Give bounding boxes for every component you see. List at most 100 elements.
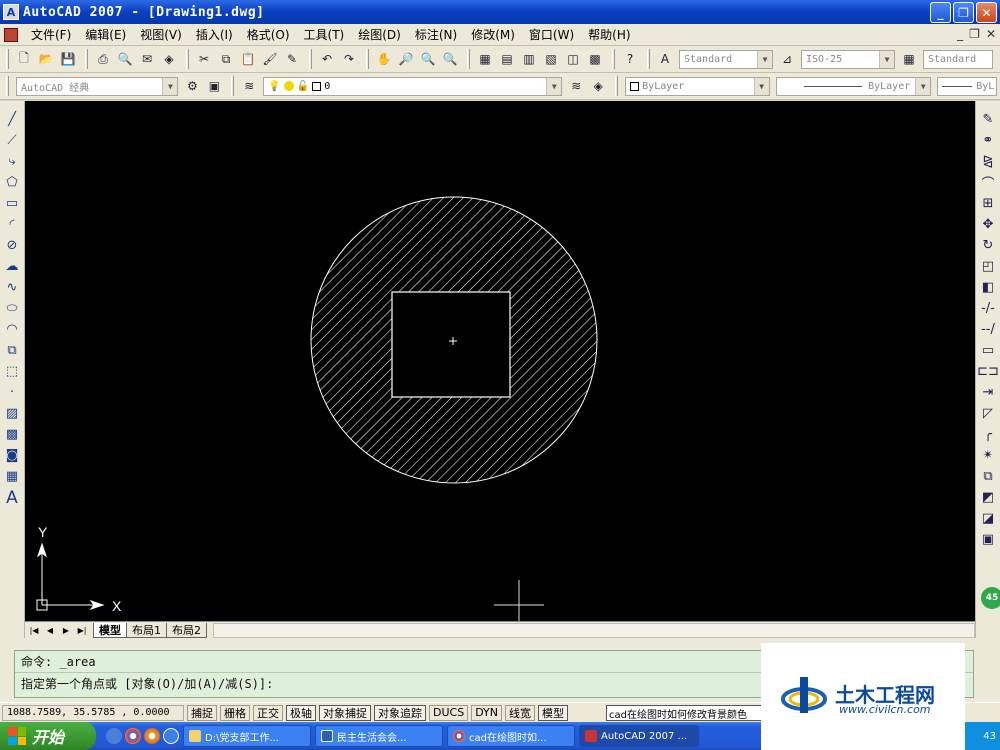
extend-icon[interactable]: --/ <box>978 319 998 340</box>
make-layer-current-icon[interactable]: ≋ <box>566 76 586 96</box>
chevron-down-icon[interactable]: ▼ <box>753 77 769 95</box>
doc-close-icon[interactable]: ✕ <box>986 27 996 41</box>
toolbar-grip[interactable] <box>647 49 650 69</box>
prev-tab-icon[interactable]: ◀ <box>43 623 57 637</box>
polygon-icon[interactable]: ⬠ <box>2 172 22 193</box>
ellipse-icon[interactable]: ⬭ <box>2 298 22 319</box>
chevron-down-icon[interactable]: ▼ <box>915 77 931 95</box>
erase-icon[interactable]: ✎ <box>978 109 998 130</box>
osnap-toggle[interactable]: 对象捕捉 <box>319 704 371 721</box>
gradient-icon[interactable]: ▩ <box>2 424 22 445</box>
table-icon[interactable]: ▦ <box>2 466 22 487</box>
chevron-down-icon[interactable]: ▼ <box>757 50 772 68</box>
chamfer-icon[interactable]: ◸ <box>978 403 998 424</box>
start-button[interactable]: 开始 <box>0 722 96 750</box>
send-back-icon[interactable]: ◪ <box>978 508 998 529</box>
pan-icon[interactable]: ✋ <box>374 49 394 69</box>
search-input[interactable]: cad在绘图时如何修改背景颜色 <box>606 705 764 721</box>
lineweight-toggle[interactable]: 线宽 <box>505 704 536 721</box>
ie-icon[interactable] <box>163 728 179 744</box>
chevron-down-icon[interactable]: ▼ <box>162 77 178 95</box>
my-workspace-icon[interactable]: ▣ <box>204 76 224 96</box>
task-autocad[interactable]: AutoCAD 2007 ... <box>579 725 699 747</box>
otrack-toggle[interactable]: 对象追踪 <box>374 704 426 721</box>
tool-palettes-icon[interactable]: ▥ <box>519 49 539 69</box>
match-properties-icon[interactable]: 🖌 <box>260 49 280 69</box>
copy-object-icon[interactable]: ⚭ <box>978 130 998 151</box>
ortho-toggle[interactable]: 正交 <box>253 704 283 721</box>
tab-layout2[interactable]: 布局2 <box>166 622 207 638</box>
horizontal-scrollbar[interactable] <box>213 622 975 638</box>
arc-icon[interactable]: ◜ <box>2 214 22 235</box>
fillet-icon[interactable]: ╭ <box>978 424 998 445</box>
spline-icon[interactable]: ∿ <box>2 277 22 298</box>
undo-icon[interactable]: ↶ <box>317 49 337 69</box>
redo-icon[interactable]: ↷ <box>339 49 359 69</box>
move-icon[interactable]: ✥ <box>978 214 998 235</box>
first-tab-icon[interactable]: |◀ <box>27 623 41 637</box>
3d-dwf-icon[interactable]: ◈ <box>159 49 179 69</box>
table-style-dropdown[interactable]: Standard <box>923 49 993 69</box>
model-toggle[interactable]: 模型 <box>538 704 569 721</box>
last-tab-icon[interactable]: ▶| <box>75 623 89 637</box>
menu-dimension[interactable]: 标注(N) <box>408 26 464 43</box>
revision-cloud-icon[interactable]: ☁ <box>2 256 22 277</box>
quicklaunch-app-icon[interactable] <box>106 728 122 744</box>
zoom-realtime-icon[interactable]: 🔎 <box>396 49 416 69</box>
menu-edit[interactable]: 编辑(E) <box>78 26 133 43</box>
next-tab-icon[interactable]: ▶ <box>59 623 73 637</box>
clock[interactable]: 43 <box>983 731 996 742</box>
line-icon[interactable]: ╱ <box>2 109 22 130</box>
drawing-canvas[interactable]: Y X <box>25 101 975 621</box>
layer-previous-icon[interactable]: ◈ <box>588 76 608 96</box>
chrome-icon[interactable] <box>125 728 141 744</box>
circle-icon[interactable]: ⊘ <box>2 235 22 256</box>
plot-icon[interactable]: ⎙ <box>93 49 113 69</box>
close-button[interactable]: ✕ <box>976 2 997 23</box>
design-center-icon[interactable]: ▤ <box>497 49 517 69</box>
lineweight-dropdown[interactable]: ByL <box>937 76 998 96</box>
array-icon[interactable]: ⊞ <box>978 193 998 214</box>
block-editor-icon[interactable]: ✎ <box>282 49 302 69</box>
menu-modify[interactable]: 修改(M) <box>464 26 522 43</box>
multiline-text-icon[interactable]: A <box>2 487 22 508</box>
publish-icon[interactable]: ✉ <box>137 49 157 69</box>
task-folder[interactable]: D:\党支部工作... <box>183 725 311 747</box>
plot-preview-icon[interactable]: 🔍 <box>115 49 135 69</box>
browser-icon[interactable] <box>144 728 160 744</box>
mirror-icon[interactable]: ⧎ <box>978 151 998 172</box>
minimize-button[interactable]: _ <box>930 2 951 23</box>
coordinate-readout[interactable]: 1088.7589, 35.5785 , 0.0000 <box>2 704 184 721</box>
menu-view[interactable]: 视图(V) <box>133 26 189 43</box>
text-style-dropdown[interactable]: Standard ▼ <box>679 49 773 69</box>
menu-tools[interactable]: 工具(T) <box>297 26 352 43</box>
rectangle-icon[interactable]: ▭ <box>2 193 22 214</box>
menu-window[interactable]: 窗口(W) <box>522 26 581 43</box>
restore-button[interactable]: ❐ <box>953 2 974 23</box>
explode-icon[interactable]: ✴ <box>978 445 998 466</box>
doc-restore-icon[interactable]: ❐ <box>969 27 980 41</box>
toolbar-grip[interactable] <box>6 49 9 69</box>
ducs-toggle[interactable]: DUCS <box>429 704 469 721</box>
cut-icon[interactable]: ✂ <box>194 49 214 69</box>
dim-style-icon[interactable]: ⊿ <box>777 49 797 69</box>
tab-layout1[interactable]: 布局1 <box>126 622 167 638</box>
polar-toggle[interactable]: 极轴 <box>286 704 316 721</box>
table-style-icon[interactable]: ▦ <box>899 49 919 69</box>
trim-icon[interactable]: -/- <box>978 298 998 319</box>
text-style-icon[interactable]: A <box>655 49 675 69</box>
sheet-set-icon[interactable]: ▧ <box>541 49 561 69</box>
bring-forward-icon[interactable]: ◩ <box>978 487 998 508</box>
region-icon[interactable]: ◙ <box>2 445 22 466</box>
menu-file[interactable]: 文件(F) <box>24 26 78 43</box>
join-icon[interactable]: ⇥ <box>978 382 998 403</box>
ellipse-arc-icon[interactable]: ◠ <box>2 319 22 340</box>
snap-toggle[interactable]: 捕捉 <box>187 704 217 721</box>
layer-manager-icon[interactable]: ≋ <box>239 76 259 96</box>
new-file-icon[interactable]: 🗋 <box>14 49 34 69</box>
menu-format[interactable]: 格式(O) <box>240 26 297 43</box>
properties-icon[interactable]: ▦ <box>475 49 495 69</box>
layer-dropdown[interactable]: 💡 🔓 0 ▼ <box>263 76 563 96</box>
workspace-dropdown[interactable]: AutoCAD 经典 ▼ <box>16 76 179 96</box>
insert-block-icon[interactable]: ⧉ <box>2 340 22 361</box>
